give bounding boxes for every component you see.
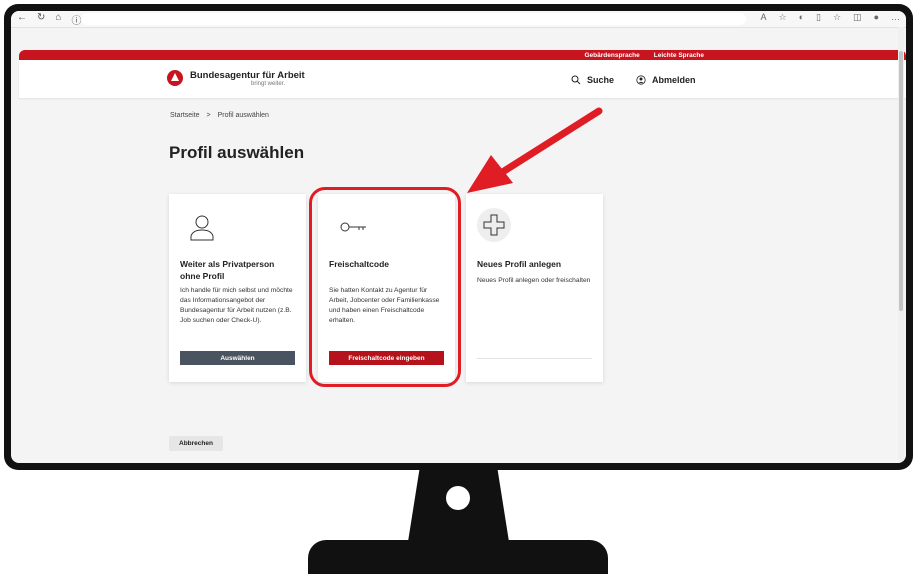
info-icon[interactable]: ⓘ: [71, 12, 81, 27]
card-new-profile: Neues Profil anlegen Neues Profil anlege…: [466, 194, 603, 382]
user-circle-icon: [636, 75, 646, 85]
ba-logo-icon[interactable]: [167, 70, 183, 86]
search-label: Suche: [587, 75, 615, 85]
browser-gap: [11, 28, 906, 50]
browser-window: ← ↻ ⌂ ⓘ A ☆ ◐ ▯ ☆ ◫ ● … Gebärdensprache …: [11, 11, 906, 463]
card-title: Neues Profil anlegen: [477, 259, 562, 269]
card-private-person: Weiter als Privatperson ohne Profil Ich …: [169, 194, 306, 382]
cancel-button[interactable]: Abbrechen: [169, 436, 223, 451]
site-header: Bundesagentur für Arbeit bringt weiter. …: [19, 60, 906, 98]
read-aloud-icon[interactable]: A: [760, 12, 766, 23]
brand-tagline: bringt weiter.: [251, 81, 286, 87]
extension-icon[interactable]: ◐: [799, 12, 804, 23]
more-icon[interactable]: …: [891, 12, 900, 23]
card-description: Neues Profil anlegen oder freischalten: [477, 277, 591, 284]
monitor-base: [308, 540, 608, 574]
collections-icon[interactable]: ◫: [853, 12, 862, 23]
plus-icon: [483, 214, 505, 236]
arrow-annotation: [467, 107, 603, 193]
split-screen-icon[interactable]: ▯: [816, 12, 821, 23]
search-button[interactable]: Suche: [571, 75, 614, 85]
logout-label: Abmelden: [652, 75, 696, 85]
page-title: Profil auswählen: [169, 143, 305, 162]
highlight-frame: [309, 187, 461, 387]
card-description: Ich handle für mich selbst und möchte da…: [180, 287, 293, 324]
breadcrumb-current: Profil auswählen: [217, 112, 269, 119]
favorite-star-icon[interactable]: ☆: [779, 12, 787, 23]
easy-language-link[interactable]: Leichte Sprache: [654, 52, 704, 59]
logout-button[interactable]: Abmelden: [636, 75, 696, 85]
accessibility-bar: Gebärdensprache Leichte Sprache: [19, 50, 906, 60]
breadcrumb-home-link[interactable]: Startseite: [170, 112, 200, 119]
scrollbar-thumb[interactable]: [899, 51, 903, 311]
browser-toolbar: ← ↻ ⌂ ⓘ A ☆ ◐ ▯ ☆ ◫ ● …: [11, 11, 906, 28]
profile-icon[interactable]: ●: [874, 12, 879, 23]
person-icon: [190, 215, 214, 241]
monitor-frame: ← ↻ ⌂ ⓘ A ☆ ◐ ▯ ☆ ◫ ● … Gebärdensprache …: [4, 4, 913, 470]
refresh-icon[interactable]: ↻: [37, 12, 45, 27]
breadcrumb-separator: >: [206, 112, 211, 119]
nav-buttons: ← ↻ ⌂ ⓘ: [17, 12, 81, 27]
back-icon[interactable]: ←: [17, 12, 27, 27]
brand-name[interactable]: Bundesagentur für Arbeit: [190, 70, 305, 81]
stand-cutout: [446, 486, 470, 510]
address-bar[interactable]: [81, 13, 746, 25]
home-icon[interactable]: ⌂: [55, 12, 61, 27]
select-button[interactable]: Auswählen: [180, 351, 295, 365]
card-divider: [477, 358, 592, 359]
sign-language-link[interactable]: Gebärdensprache: [585, 52, 640, 59]
favorites-icon[interactable]: ☆: [833, 12, 841, 23]
browser-tools: A ☆ ◐ ▯ ☆ ◫ ● …: [760, 12, 900, 23]
search-icon: [571, 75, 581, 85]
breadcrumb: Startseite > Profil auswählen: [170, 112, 274, 119]
card-title: Weiter als Privatperson ohne Profil: [180, 259, 275, 281]
